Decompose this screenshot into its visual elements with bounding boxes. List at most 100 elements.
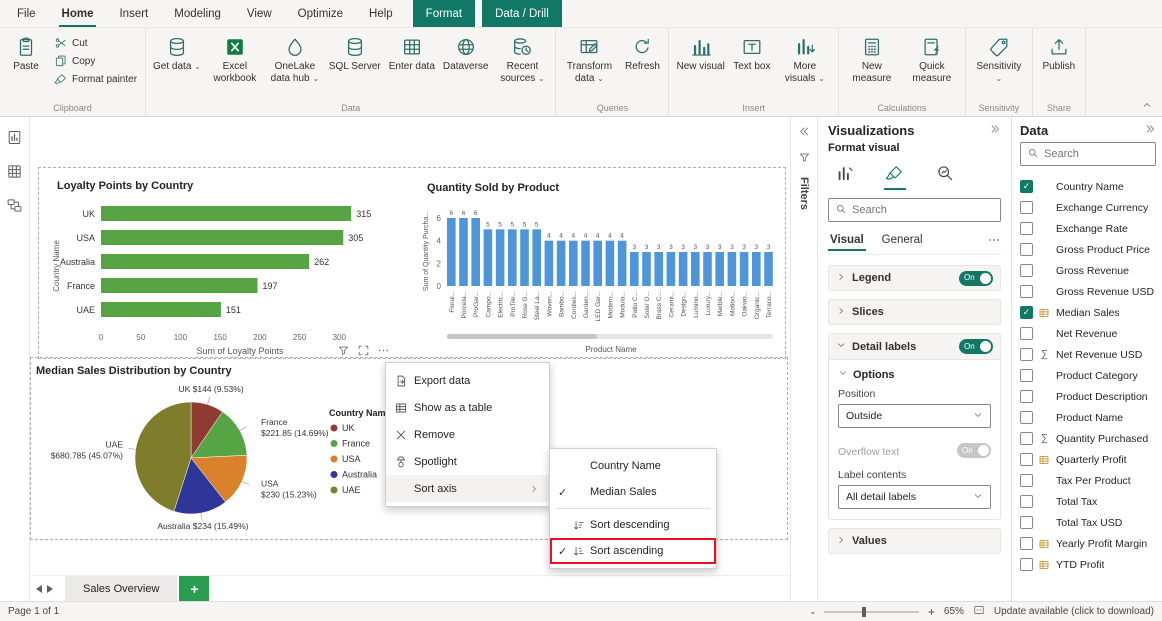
filters-pane-label[interactable]: Filters bbox=[798, 177, 810, 210]
field-checkbox[interactable] bbox=[1020, 348, 1033, 361]
tab-home[interactable]: Home bbox=[49, 0, 107, 27]
ribbon-button-enter-data[interactable]: Enter data bbox=[386, 31, 438, 102]
field-checkbox[interactable] bbox=[1020, 327, 1033, 340]
field-checkbox[interactable] bbox=[1020, 390, 1033, 403]
expand-filters-button[interactable] bbox=[798, 125, 811, 141]
collapse-ribbon-button[interactable] bbox=[1138, 99, 1156, 113]
field-gross-revenue[interactable]: Gross Revenue bbox=[1020, 260, 1156, 281]
field-ytd-profit[interactable]: YTD Profit bbox=[1020, 554, 1156, 575]
section-slices[interactable]: Slices bbox=[828, 299, 1001, 325]
ribbon-button-sql-server[interactable]: SQL Server bbox=[326, 31, 384, 102]
field-median-sales[interactable]: ✓ Median Sales bbox=[1020, 302, 1156, 323]
position-dropdown[interactable]: Outside bbox=[838, 404, 991, 428]
field-checkbox[interactable] bbox=[1020, 243, 1033, 256]
ribbon-button-publish[interactable]: Publish bbox=[1037, 31, 1081, 102]
menu-item-export-data[interactable]: Export data bbox=[386, 367, 549, 394]
field-country-name[interactable]: ✓ Country Name bbox=[1020, 176, 1156, 197]
field-total-tax[interactable]: Total Tax bbox=[1020, 491, 1156, 512]
tab-general[interactable]: General bbox=[880, 232, 925, 250]
menu-item-remove[interactable]: Remove bbox=[386, 421, 549, 448]
field-yearly-profit-margin[interactable]: Yearly Profit Margin bbox=[1020, 533, 1156, 554]
field-product-category[interactable]: Product Category bbox=[1020, 365, 1156, 386]
zoom-in-button[interactable]: + bbox=[928, 605, 935, 619]
submenu-item-median-sales[interactable]: ✓ Median Sales bbox=[550, 479, 716, 505]
next-page-icon[interactable] bbox=[47, 584, 53, 593]
section-legend[interactable]: Legend On bbox=[828, 265, 1001, 291]
field-checkbox[interactable] bbox=[1020, 495, 1033, 508]
section-values[interactable]: Values bbox=[828, 528, 1001, 554]
tab-modeling[interactable]: Modeling bbox=[161, 0, 234, 27]
ribbon-button-more-visuals[interactable]: More visuals ⌄ bbox=[776, 31, 834, 102]
tab-file[interactable]: File bbox=[4, 0, 49, 27]
ribbon-button-excel-workbook[interactable]: Excel workbook bbox=[206, 31, 264, 102]
field-tax-per-product[interactable]: Tax Per Product bbox=[1020, 470, 1156, 491]
ribbon-button-new-measure[interactable]: New measure bbox=[843, 31, 901, 102]
ribbon-button-copy[interactable]: Copy bbox=[50, 53, 141, 69]
visualizations-searchbox[interactable] bbox=[828, 198, 1001, 222]
field-checkbox[interactable] bbox=[1020, 285, 1033, 298]
field-gross-product-price[interactable]: Gross Product Price bbox=[1020, 239, 1156, 260]
field-checkbox[interactable] bbox=[1020, 558, 1033, 571]
model-view-button[interactable] bbox=[3, 193, 27, 217]
format-visual-icon-button[interactable] bbox=[882, 160, 908, 190]
ribbon-button-paste[interactable]: Paste bbox=[4, 31, 48, 102]
ribbon-button-sensitivity[interactable]: Sensitivity ⌄ bbox=[970, 31, 1028, 102]
detail-labels-toggle[interactable]: On bbox=[959, 339, 993, 354]
ribbon-button-dataverse[interactable]: Dataverse bbox=[440, 31, 492, 102]
tab-visual[interactable]: Visual bbox=[828, 232, 866, 251]
report-view-button[interactable] bbox=[3, 125, 27, 149]
field-checkbox[interactable] bbox=[1020, 474, 1033, 487]
field-gross-revenue-usd[interactable]: Gross Revenue USD bbox=[1020, 281, 1156, 302]
field-exchange-rate[interactable]: Exchange Rate bbox=[1020, 218, 1156, 239]
page-tab-sales-overview[interactable]: Sales Overview bbox=[65, 576, 178, 601]
menu-item-show-as-a-table[interactable]: Show as a table bbox=[386, 394, 549, 421]
tab-data-drill[interactable]: Data / Drill bbox=[482, 0, 562, 27]
submenu-item-sort-ascending[interactable]: ✓ Sort ascending bbox=[550, 538, 716, 564]
ribbon-button-recent-sources[interactable]: Recent sources ⌄ bbox=[493, 31, 551, 102]
menu-item-sort-axis[interactable]: Sort axis bbox=[386, 475, 549, 502]
collapse-data-button[interactable] bbox=[1144, 123, 1156, 138]
legend-toggle[interactable]: On bbox=[959, 270, 993, 286]
field-quantity-purchased[interactable]: ∑ Quantity Purchased bbox=[1020, 428, 1156, 449]
label-contents-dropdown[interactable]: All detail labels bbox=[838, 485, 991, 509]
field-net-revenue[interactable]: Net Revenue bbox=[1020, 323, 1156, 344]
tab-format[interactable]: Format bbox=[412, 0, 476, 27]
field-checkbox[interactable] bbox=[1020, 516, 1033, 529]
overflow-text-toggle[interactable]: On bbox=[957, 443, 991, 458]
report-canvas[interactable]: Loyalty Points by Country UK 315 USA 305 Aus… bbox=[30, 117, 790, 575]
visualizations-search-input[interactable] bbox=[852, 204, 994, 216]
submenu-item-sort-descending[interactable]: Sort descending bbox=[550, 512, 716, 538]
field-total-tax-usd[interactable]: Total Tax USD bbox=[1020, 512, 1156, 533]
fit-to-page-icon-button[interactable] bbox=[973, 604, 985, 619]
visual-container-charts[interactable]: Loyalty Points by Country UK 315 USA 305 Aus… bbox=[38, 167, 786, 359]
update-available-link[interactable]: Update available (click to download) bbox=[994, 606, 1154, 617]
field-checkbox[interactable] bbox=[1020, 264, 1033, 277]
ribbon-button-get-data[interactable]: Get data ⌄ bbox=[150, 31, 204, 102]
field-checkbox[interactable] bbox=[1020, 222, 1033, 235]
ribbon-button-onelake-data-hub[interactable]: OneLake data hub ⌄ bbox=[266, 31, 324, 102]
field-net-revenue-usd[interactable]: ∑ Net Revenue USD bbox=[1020, 344, 1156, 365]
ribbon-button-new-visual[interactable]: New visual bbox=[673, 31, 727, 102]
format-more-options-icon[interactable] bbox=[987, 233, 1001, 250]
menu-item-spotlight[interactable]: Spotlight bbox=[386, 448, 549, 475]
zoom-slider-handle[interactable] bbox=[861, 606, 866, 617]
zoom-out-button[interactable]: - bbox=[811, 605, 815, 619]
field-quarterly-profit[interactable]: Quarterly Profit bbox=[1020, 449, 1156, 470]
loyalty-points-bar-chart[interactable]: UK 315 USA 305 Australia 262 France 197 UAE 151 0 5… bbox=[49, 196, 429, 358]
field-checkbox[interactable]: ✓ bbox=[1020, 306, 1033, 319]
options-subsection-header[interactable]: Options bbox=[838, 368, 991, 381]
field-checkbox[interactable] bbox=[1020, 201, 1033, 214]
field-product-description[interactable]: Product Description bbox=[1020, 386, 1156, 407]
ribbon-button-text-box[interactable]: Text box bbox=[730, 31, 774, 102]
tab-view[interactable]: View bbox=[234, 0, 285, 27]
data-searchbox[interactable] bbox=[1020, 142, 1156, 166]
analytics-icon-button[interactable] bbox=[932, 160, 958, 186]
table-view-button[interactable] bbox=[3, 159, 27, 183]
field-checkbox[interactable] bbox=[1020, 432, 1033, 445]
previous-page-icon[interactable] bbox=[36, 584, 42, 593]
ribbon-button-format-painter[interactable]: Format painter bbox=[50, 71, 141, 87]
ribbon-button-cut[interactable]: Cut bbox=[50, 35, 141, 51]
field-checkbox[interactable]: ✓ bbox=[1020, 180, 1033, 193]
build-visual-icon-button[interactable] bbox=[832, 160, 858, 186]
ribbon-button-quick-measure[interactable]: Quick measure bbox=[903, 31, 961, 102]
